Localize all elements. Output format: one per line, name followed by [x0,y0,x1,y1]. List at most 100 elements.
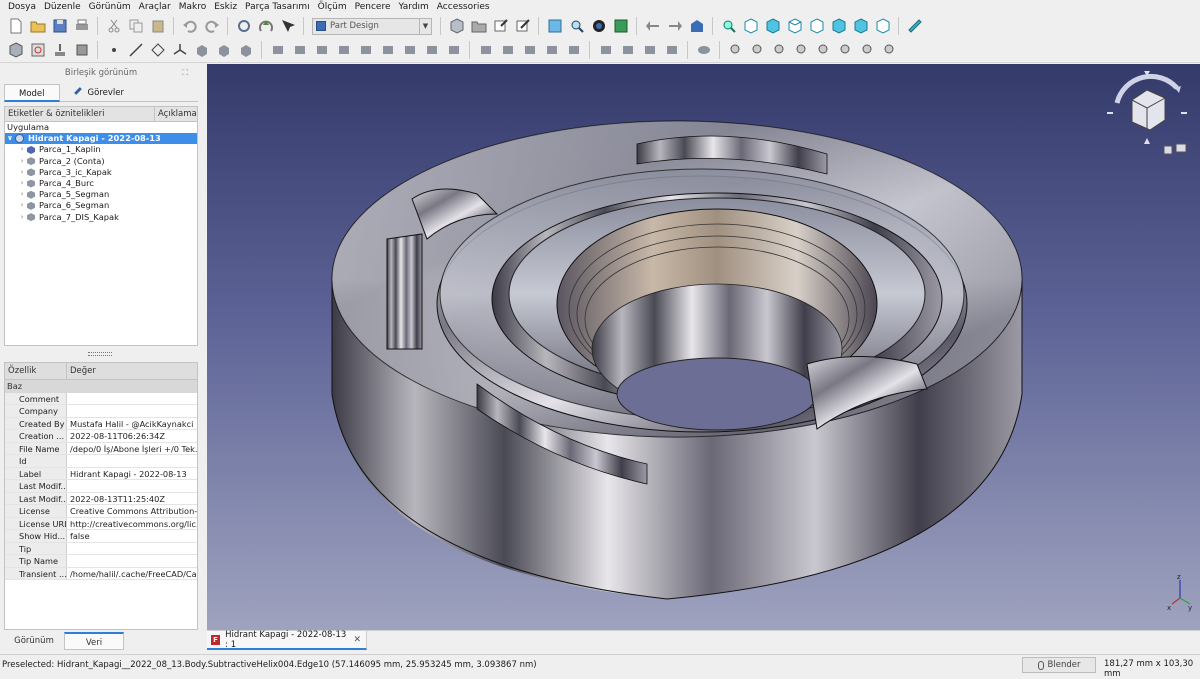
bounding-box-icon[interactable] [611,17,630,36]
panel-splitter[interactable] [88,352,112,356]
refresh-icon[interactable] [234,17,253,36]
workbench-selector[interactable]: Part Design ▼ [312,17,432,35]
view-home-icon[interactable] [687,17,706,36]
property-value[interactable]: 2022-08-11T06:26:34Z [67,430,197,442]
property-row[interactable]: Created By Mustafa Halil - @AcikKaynakci [5,417,197,430]
measure-refresh-icon[interactable] [770,40,789,59]
view-fit-all-icon[interactable] [545,17,564,36]
hydrant-cap-model[interactable] [207,64,1200,630]
chamfer-icon[interactable] [618,40,637,59]
zoom-icon[interactable] [719,17,738,36]
property-value[interactable]: Hidrant Kapagi - 2022-08-13 [67,468,197,480]
hole-icon[interactable] [356,40,375,59]
thickness-icon[interactable] [662,40,681,59]
tree-item[interactable]: › Parca_5_Segman [5,189,197,200]
view-left-icon[interactable] [873,17,892,36]
new-file-icon[interactable] [6,17,25,36]
menu-item[interactable]: Araçlar [135,0,175,14]
property-value[interactable]: 2022-08-13T11:25:40Z [67,493,197,505]
datum-line-icon[interactable] [126,40,145,59]
property-header-value[interactable]: Değer [67,363,96,379]
property-value[interactable] [67,543,197,555]
polar-pattern-icon[interactable] [542,40,561,59]
measure-toggle-icon[interactable] [814,40,833,59]
property-value[interactable] [67,393,197,405]
validate-sketch-icon[interactable] [50,40,69,59]
3d-viewport[interactable]: z x y [207,64,1200,630]
tab-model[interactable]: Model [4,84,60,102]
tree-item[interactable]: › Parca_6_Segman [5,200,197,211]
link-actions-icon[interactable] [513,17,532,36]
view-top-icon[interactable] [785,17,804,36]
property-row[interactable]: Show Hid... false [5,530,197,543]
loft-icon[interactable] [236,40,255,59]
property-row[interactable]: Last Modif... [5,480,197,493]
helix-icon[interactable] [290,40,309,59]
float-panel-icon[interactable]: ⛶ [182,68,188,78]
menu-item[interactable]: Görünüm [85,0,135,14]
measure-toggle-delta-icon[interactable] [858,40,877,59]
view-fit-selection-icon[interactable] [567,17,586,36]
tree-header-labels[interactable]: Etiketler & öznitelikleri [5,107,155,121]
menu-item[interactable]: Ölçüm [314,0,351,14]
property-row[interactable]: Transient .../home/halil/.cache/FreeCAD/… [5,567,197,580]
pocket-icon[interactable] [334,40,353,59]
whats-this-icon[interactable] [278,17,297,36]
property-row[interactable]: Id [5,455,197,468]
datum-plane-icon[interactable] [148,40,167,59]
property-value[interactable]: Mustafa Halil - @AcikKaynakci [67,418,197,430]
tree-header-description[interactable]: Açıklama [155,107,197,121]
copy-icon[interactable] [126,17,145,36]
property-row[interactable]: Company [5,405,197,418]
create-part-icon[interactable] [447,17,466,36]
cut-icon[interactable] [104,17,123,36]
measure-angular-icon[interactable] [748,40,767,59]
property-value[interactable]: /home/halil/.cache/FreeCAD/Ca... [67,568,197,580]
datum-point-icon[interactable] [104,40,123,59]
menu-item[interactable]: Düzenle [40,0,85,14]
property-value[interactable] [67,555,197,567]
boolean-icon[interactable] [694,40,713,59]
property-row[interactable]: Creation ... 2022-08-11T06:26:34Z [5,430,197,443]
linear-pattern-icon[interactable] [520,40,539,59]
create-body-icon[interactable] [6,40,25,59]
additive-box-icon[interactable] [312,40,331,59]
recompute-icon[interactable] [256,17,275,36]
property-value[interactable] [67,480,197,492]
view-right-icon[interactable] [807,17,826,36]
expand-arrow-icon[interactable]: › [17,167,27,178]
property-row[interactable]: License URL http://creativecommons.org/li… [5,517,197,530]
create-link-icon[interactable] [491,17,510,36]
property-row[interactable]: File Name/depo/0 İş/Abone İşleri +/0 Tek… [5,442,197,455]
mirrored-icon[interactable] [498,40,517,59]
close-icon[interactable]: ✕ [353,635,361,645]
tab-data[interactable]: Veri [64,632,124,650]
view-isometric-icon[interactable] [741,17,760,36]
property-value[interactable] [67,455,197,467]
groove-icon[interactable] [378,40,397,59]
back-arrow-icon[interactable] [643,17,662,36]
undo-icon[interactable] [180,17,199,36]
pipe-icon[interactable] [268,40,287,59]
property-value[interactable]: http://creativecommons.org/lic... [67,518,197,530]
menu-item[interactable]: Pencere [351,0,395,14]
navigation-cube-icon[interactable] [1102,68,1192,163]
property-row[interactable]: License Creative Commons Attribution-... [5,505,197,518]
menu-item[interactable]: Dosya [4,0,40,14]
expand-arrow-icon[interactable]: › [17,144,27,155]
expand-arrow-icon[interactable]: › [17,156,27,167]
expand-arrow-icon[interactable]: › [17,200,27,211]
create-group-icon[interactable] [469,17,488,36]
property-row[interactable]: Comment [5,392,197,405]
fillet-icon[interactable] [596,40,615,59]
measure-clear-icon[interactable] [792,40,811,59]
tree-item[interactable]: › Parca_1_Kaplin [5,144,197,155]
print-icon[interactable] [72,17,91,36]
property-row[interactable]: Label Hidrant Kapagi - 2022-08-13 [5,467,197,480]
subtractive-box-icon[interactable] [476,40,495,59]
navigation-style-button[interactable]: Blender [1022,657,1096,673]
tab-tasks[interactable]: Görevler [60,84,138,102]
measure-toggle-all-icon[interactable] [880,40,899,59]
tree-document[interactable]: ∨ Hidrant Kapagi - 2022-08-13 [5,133,197,145]
menu-item[interactable]: Makro [175,0,211,14]
